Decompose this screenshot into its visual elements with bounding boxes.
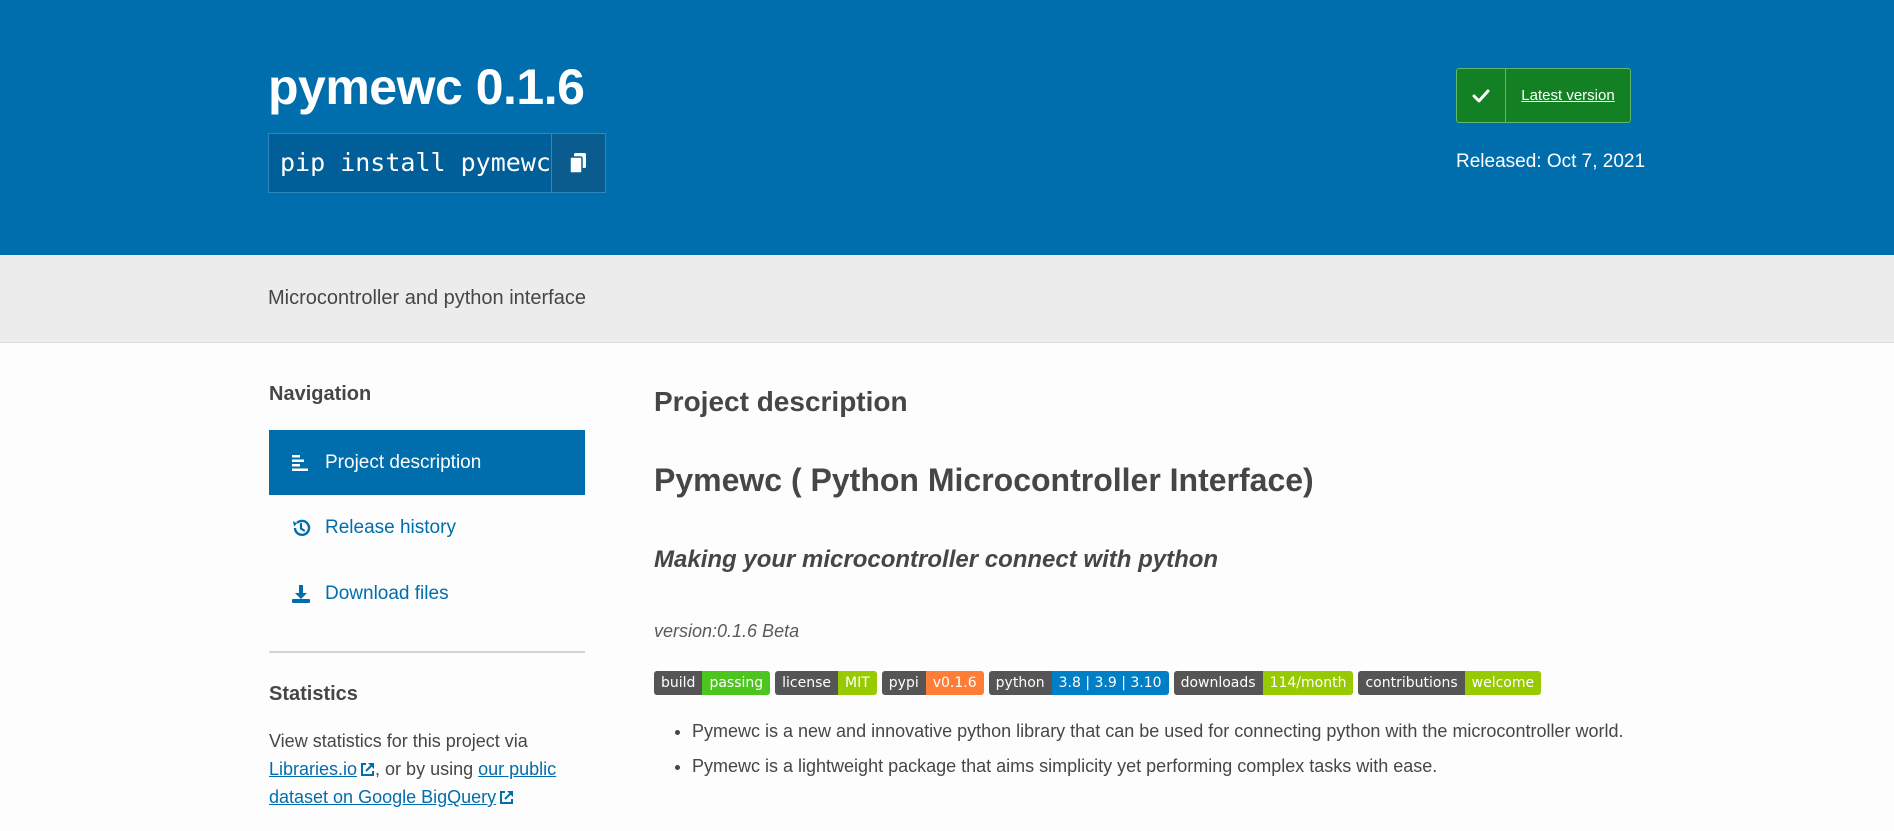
sidebar-divider bbox=[269, 651, 585, 653]
list-item: Pymewc is a lightweight package that aim… bbox=[692, 752, 1632, 781]
downloads-badge[interactable]: downloads 114/month bbox=[1173, 671, 1354, 695]
statistics-prefix: View statistics for this project via bbox=[269, 731, 528, 751]
package-summary-bar: Microcontroller and python interface bbox=[0, 255, 1894, 343]
external-link-icon bbox=[361, 763, 375, 776]
badge-value: 3.8 | 3.9 | 3.10 bbox=[1051, 671, 1169, 695]
badge-value: MIT bbox=[838, 671, 877, 695]
copy-button[interactable] bbox=[550, 134, 605, 192]
nav-item-label: Download files bbox=[325, 582, 449, 604]
download-icon bbox=[290, 583, 312, 605]
pypi-badge[interactable]: pypi v0.1.6 bbox=[881, 671, 984, 695]
nav-release-history[interactable]: Release history bbox=[269, 495, 585, 560]
contributions-badge[interactable]: contributions welcome bbox=[1358, 671, 1542, 695]
release-date: Released: Oct 7, 2021 bbox=[1456, 151, 1646, 172]
check-icon bbox=[1457, 69, 1506, 122]
latest-version-label[interactable]: Latest version bbox=[1506, 69, 1630, 122]
feature-list: Pymewc is a new and innovative python li… bbox=[672, 717, 1632, 787]
statistics-heading: Statistics bbox=[269, 683, 358, 705]
readme-subtitle: Making your microcontroller connect with… bbox=[654, 546, 1219, 573]
statistics-text: View statistics for this project via Lib… bbox=[269, 727, 585, 811]
nav-item-label: Release history bbox=[325, 516, 456, 538]
navigation-heading: Navigation bbox=[269, 383, 372, 405]
latest-version-button[interactable]: Latest version bbox=[1456, 68, 1631, 123]
build-badge[interactable]: build passing bbox=[654, 671, 771, 695]
badge-value: passing bbox=[702, 671, 771, 695]
align-left-icon bbox=[290, 452, 312, 474]
badge-value: v0.1.6 bbox=[925, 671, 984, 695]
package-summary: Microcontroller and python interface bbox=[268, 287, 586, 309]
package-header: pymewc 0.1.6 pip install pymewc Latest v… bbox=[0, 0, 1894, 255]
history-icon bbox=[290, 517, 312, 539]
badge-row: build passing license MIT pypi v0.1.6 pytho… bbox=[654, 671, 1542, 695]
copy-icon bbox=[569, 153, 587, 174]
license-badge[interactable]: license MIT bbox=[775, 671, 877, 695]
nav-download-files[interactable]: Download files bbox=[269, 561, 585, 626]
badge-value: welcome bbox=[1464, 671, 1542, 695]
badge-value: 114/month bbox=[1262, 671, 1354, 695]
pip-command[interactable]: pip install pymewc bbox=[269, 134, 551, 192]
statistics-middle: , or by using bbox=[375, 759, 474, 779]
libraries-io-link[interactable]: Libraries.io bbox=[269, 759, 375, 779]
nav-project-description[interactable]: Project description bbox=[269, 430, 585, 495]
readme-title: Pymewc ( Python Microcontroller Interfac… bbox=[654, 462, 1314, 498]
pip-install-box: pip install pymewc bbox=[268, 133, 606, 193]
python-badge[interactable]: python 3.8 | 3.9 | 3.10 bbox=[988, 671, 1169, 695]
external-link-icon bbox=[500, 791, 514, 804]
version-line: version:0.1.6 Beta bbox=[654, 621, 800, 641]
nav-item-label: Project description bbox=[325, 451, 482, 473]
package-title: pymewc 0.1.6 bbox=[268, 59, 585, 115]
list-item: Pymewc is a new and innovative python li… bbox=[692, 717, 1632, 746]
project-description-heading: Project description bbox=[654, 386, 908, 417]
